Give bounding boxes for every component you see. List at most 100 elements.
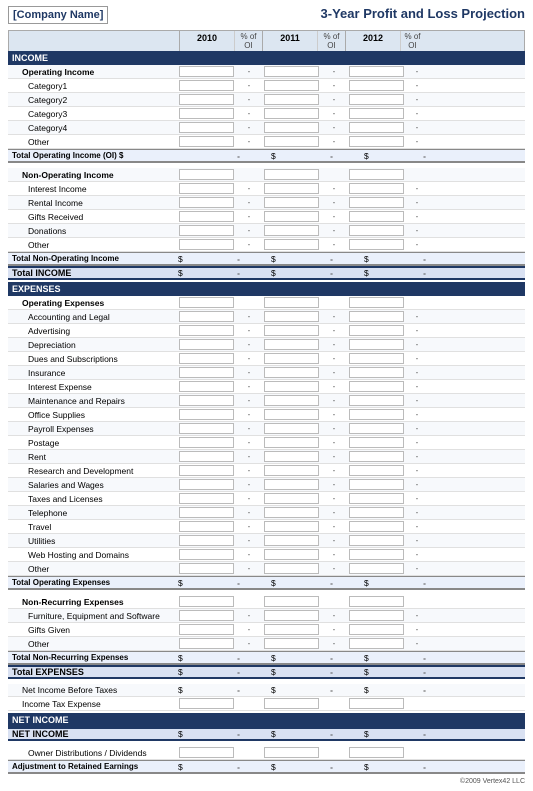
cat4-2010[interactable] [179,122,234,133]
rental-2010-pct: - [235,198,263,207]
page-header: [Company Name] 3-Year Profit and Loss Pr… [8,6,525,24]
cat4-2011-pct: - [320,123,348,132]
postage-label: Postage [8,437,178,449]
salaries-row: Salaries and Wages - - - [8,478,525,492]
rental-2011-pct: - [320,198,348,207]
cat1-2012-pct: - [405,81,429,90]
non-op-income-label: Non-Operating Income [8,169,178,181]
other-income-2010[interactable] [179,136,234,147]
telephone-row: Telephone - - - [8,506,525,520]
noi-2010[interactable] [179,169,234,180]
toe-ds-2010: $ [178,578,188,588]
interest-2012[interactable] [349,183,404,194]
nbt-ds-2011: $ [271,685,281,695]
research-row: Research and Development - - - [8,464,525,478]
dues-label: Dues and Subscriptions [8,353,178,365]
research-label: Research and Development [8,465,178,477]
gti-ds-2011: $ [271,268,281,278]
utilities-row: Utilities - - - [8,534,525,548]
oi-2012[interactable] [349,66,404,77]
rental-row: Rental Income - - - [8,196,525,210]
cat1-2012[interactable] [349,80,404,91]
cat1-2011[interactable] [264,80,319,91]
donations-row: Donations - - - [8,224,525,238]
travel-row: Travel - - - [8,520,525,534]
tnoi-ds-2011: $ [271,254,281,264]
salaries-label: Salaries and Wages [8,479,178,491]
nbt-ds-2010: $ [178,685,188,695]
interest-2011[interactable] [264,183,319,194]
tnre-ds-2012: $ [364,653,374,663]
gifts-received-2010[interactable] [179,211,234,222]
cat2-2012[interactable] [349,94,404,105]
other-income-2011[interactable] [264,136,319,147]
ni-2012-val: - [374,729,429,739]
tnoi-2012-val: - [374,254,429,264]
cat3-2012[interactable] [349,108,404,119]
noi-2012[interactable] [349,169,404,180]
other-noi-2010[interactable] [179,239,234,250]
adj-ds-2010: $ [178,762,188,772]
owner-dist-row: Owner Distributions / Dividends [8,746,525,760]
adj-ds-2011: $ [271,762,281,772]
tnoi-2010-val: - [188,254,243,264]
telephone-label: Telephone [8,507,178,519]
cat3-2011[interactable] [264,108,319,119]
cat1-2010[interactable] [179,80,234,91]
toe-2012-val: - [374,578,429,588]
interest-2012-pct: - [405,184,429,193]
oi-2011[interactable] [264,66,319,77]
rental-2010[interactable] [179,197,234,208]
report-title: 3-Year Profit and Loss Projection [321,6,525,21]
gte-2012-val: - [374,667,429,677]
adjustment-row: Adjustment to Retained Earnings $ - $ - … [8,760,525,774]
taxes-licenses-label: Taxes and Licenses [8,493,178,505]
cat4-2011[interactable] [264,122,319,133]
adj-2012-val: - [374,762,429,772]
other-noi-2011[interactable] [264,239,319,250]
rental-2012[interactable] [349,197,404,208]
dues-row: Dues and Subscriptions - - - [8,352,525,366]
depreciation-label: Depreciation [8,339,178,351]
adjustment-label: Adjustment to Retained Earnings [8,761,178,772]
cat2-row: Category2 - - - [8,93,525,107]
cat2-label: Category2 [8,94,178,106]
cat4-2012-pct: - [405,123,429,132]
company-name[interactable]: [Company Name] [8,6,108,24]
cat1-2011-pct: - [320,81,348,90]
cat4-2012[interactable] [349,122,404,133]
pct-2011-header: % of OI [317,31,345,51]
other-exp-label: Other [8,563,178,575]
tnoi-ds-2012: $ [364,254,374,264]
year-2012-header: 2012 [345,31,400,51]
tnre-2011-val: - [281,653,336,663]
donations-2010[interactable] [179,225,234,236]
office-supplies-row: Office Supplies - - - [8,408,525,422]
total-operating-income-label: Total Operating Income (OI) $ [8,150,178,161]
noi-2011[interactable] [264,169,319,180]
rental-2011[interactable] [264,197,319,208]
cat2-2010[interactable] [179,94,234,105]
toi-ds-2012: $ [364,151,374,161]
grand-total-income-label: Total INCOME [8,268,178,278]
other-noi-2012[interactable] [349,239,404,250]
other-income-2012[interactable] [349,136,404,147]
gifts-received-2011[interactable] [264,211,319,222]
cat3-2010[interactable] [179,108,234,119]
donations-2011[interactable] [264,225,319,236]
toe-2010-val: - [188,578,243,588]
maintenance-row: Maintenance and Repairs - - - [8,394,525,408]
copyright: ©2009 Vertex42 LLC [460,778,525,785]
gifts-received-2012[interactable] [349,211,404,222]
rent-label: Rent [8,451,178,463]
interest-2010[interactable] [179,183,234,194]
grand-total-income-row: Total INCOME $ - $ - $ - [8,266,525,280]
income-tax-label: Income Tax Expense [8,698,178,710]
oi-2010[interactable] [179,66,234,77]
cat2-2011[interactable] [264,94,319,105]
payroll-row: Payroll Expenses - - - [8,422,525,436]
utilities-label: Utilities [8,535,178,547]
year-2010-header: 2010 [179,31,234,51]
donations-2012[interactable] [349,225,404,236]
other-income-2010-pct: - [235,137,263,146]
